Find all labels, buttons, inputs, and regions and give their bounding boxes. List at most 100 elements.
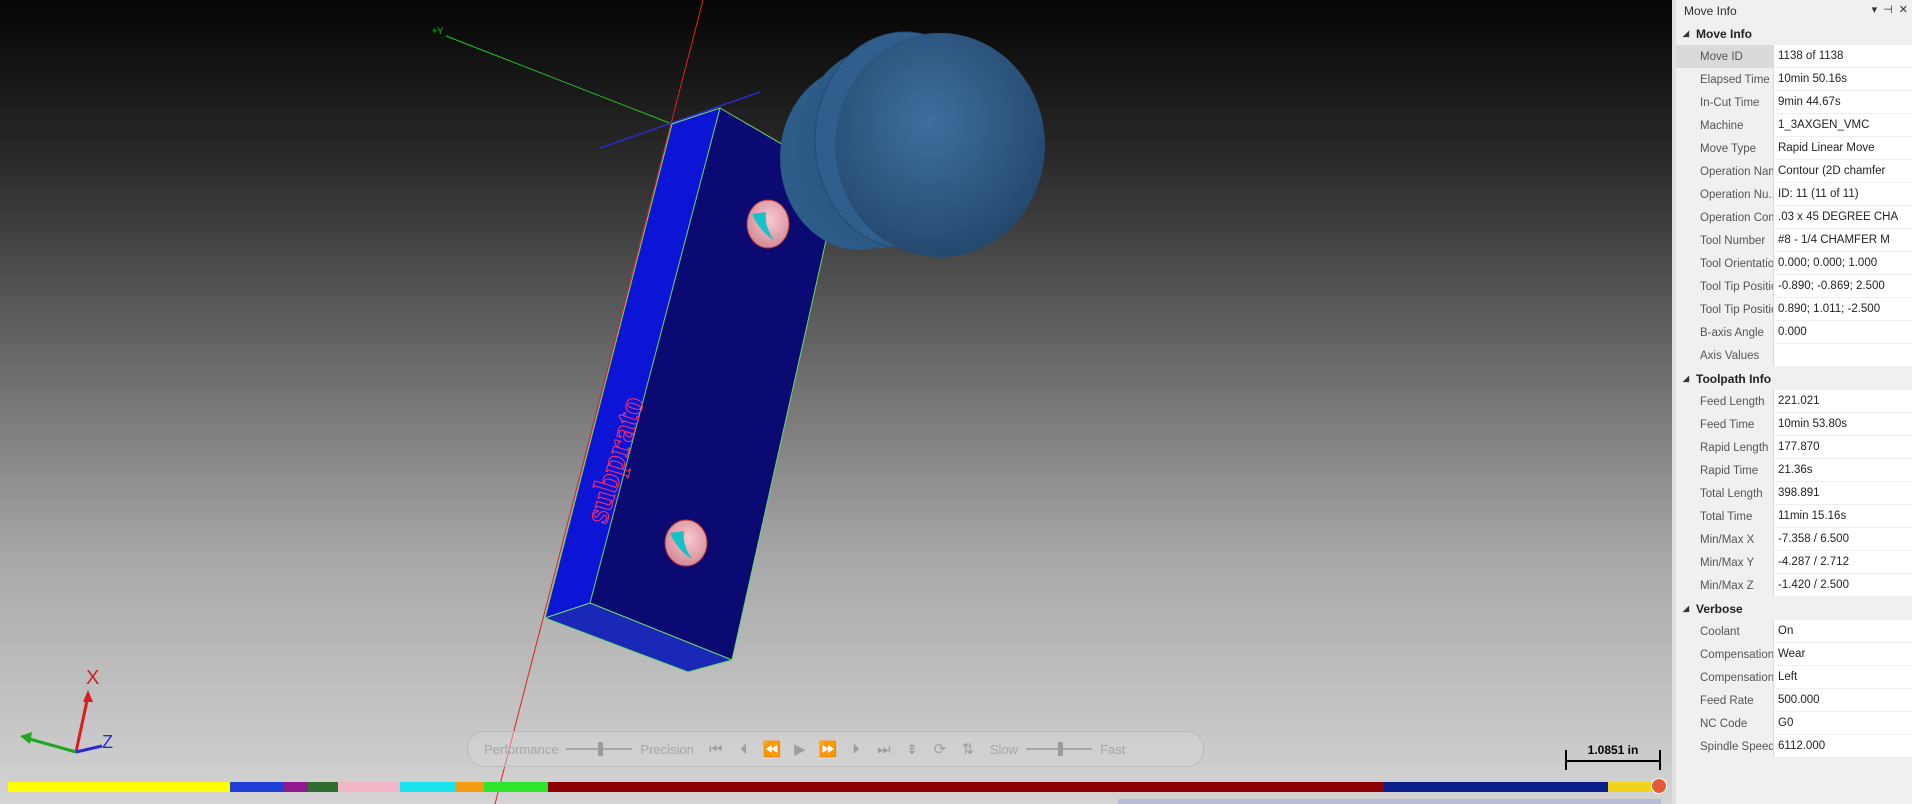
property-name: Operation Nu... <box>1700 188 1773 201</box>
section-title: Toolpath Info <box>1696 371 1772 386</box>
y-axis-label: +Y <box>432 26 443 36</box>
loop-icon[interactable]: ⟳ <box>926 735 954 763</box>
property-name: Tool Number <box>1700 234 1766 247</box>
property-name: Operation Com... <box>1700 211 1773 224</box>
property-name: Feed Length <box>1700 395 1765 408</box>
quality-slider-knob[interactable] <box>598 742 604 756</box>
triad-x-label: X <box>86 667 99 689</box>
property-name: Elapsed Time <box>1700 73 1770 86</box>
property-row[interactable]: Machine 1_3AXGEN_VMC <box>1676 114 1912 137</box>
timeline-segment[interactable] <box>308 782 338 792</box>
fast-forward-icon[interactable]: ⏩ <box>814 735 842 763</box>
speed-slider-knob[interactable] <box>1058 742 1064 756</box>
property-value: 398.891 <box>1773 482 1912 505</box>
performance-label: Performance <box>484 741 559 757</box>
property-row[interactable]: Feed Length 221.021 <box>1676 390 1912 413</box>
section-header[interactable]: ◢ Move Info <box>1676 22 1912 45</box>
property-name: Machine <box>1700 119 1744 132</box>
3d-viewport[interactable]: +Y subprato X Z Performance Precision ⏮ … <box>0 0 1672 804</box>
section-header[interactable]: ◢ Toolpath Info <box>1676 367 1912 390</box>
property-name: B-axis Angle <box>1700 326 1764 339</box>
timeline-segment[interactable] <box>8 782 230 792</box>
property-row[interactable]: Axis Values <box>1676 344 1912 367</box>
property-value: 6112.000 <box>1773 735 1912 758</box>
property-name: Axis Values <box>1700 349 1760 362</box>
horizontal-scrollbar[interactable] <box>1118 799 1661 804</box>
timeline-segment[interactable] <box>338 782 400 792</box>
property-value: #8 - 1/4 CHAMFER M <box>1773 229 1912 252</box>
step-back-icon[interactable]: ⏴ <box>730 735 758 763</box>
property-row[interactable]: In-Cut Time 9min 44.67s <box>1676 91 1912 114</box>
property-value: 221.021 <box>1773 390 1912 413</box>
property-row[interactable]: NC Code G0 <box>1676 712 1912 735</box>
slow-label: Slow <box>989 741 1019 757</box>
move-info-panel: Move Info ▾ ⊣ ✕ ◢ Move Info Move ID 1138 of… <box>1672 0 1912 804</box>
property-row[interactable]: Move ID 1138 of 1138 <box>1676 45 1912 68</box>
quality-slider[interactable] <box>566 742 633 756</box>
property-value: 1_3AXGEN_VMC <box>1773 114 1912 137</box>
timeline-segment[interactable] <box>284 782 308 792</box>
property-row[interactable]: Compensation...Wear <box>1676 643 1912 666</box>
property-row[interactable]: Feed Rate 500.000 <box>1676 689 1912 712</box>
timeline-segment[interactable] <box>230 782 284 792</box>
property-name: Tool Orientation <box>1700 257 1773 270</box>
property-row[interactable]: Feed Time 10min 53.80s <box>1676 413 1912 436</box>
property-row[interactable]: Move Type Rapid Linear Move <box>1676 137 1912 160</box>
toolpath-timeline[interactable] <box>8 782 1662 792</box>
property-row[interactable]: Rapid Time 21.36s <box>1676 459 1912 482</box>
property-row[interactable]: Compensation...Left <box>1676 666 1912 689</box>
collapse-icon[interactable]: ◢ <box>1676 604 1696 613</box>
property-row[interactable]: Tool Tip Positio...-0.890; -0.869; 2.500 <box>1676 275 1912 298</box>
property-value: Contour (2D chamfer <box>1773 160 1912 183</box>
property-row[interactable]: Operation Com....03 x 45 DEGREE CHA <box>1676 206 1912 229</box>
property-name: Move Type <box>1700 142 1757 155</box>
property-name: Tool Tip Positio... <box>1700 280 1773 293</box>
y-axis-line <box>445 35 673 125</box>
rewind-icon[interactable]: ⏪ <box>758 735 786 763</box>
property-value: 21.36s <box>1773 459 1912 482</box>
timeline-segment[interactable] <box>400 782 456 792</box>
property-row[interactable]: Min/Max Z -1.420 / 2.500 <box>1676 574 1912 597</box>
timeline-end-marker[interactable] <box>1651 778 1667 794</box>
step-forward-icon[interactable]: ⏵ <box>842 735 870 763</box>
property-value: 1138 of 1138 <box>1773 45 1912 68</box>
timeline-segment[interactable] <box>1384 782 1608 792</box>
property-row[interactable]: Operation NameContour (2D chamfer <box>1676 160 1912 183</box>
property-value: 0.890; 1.011; -2.500 <box>1773 298 1912 321</box>
collapse-icon[interactable]: ◢ <box>1676 29 1696 38</box>
timeline-segment[interactable] <box>484 782 548 792</box>
property-row[interactable]: Total Length 398.891 <box>1676 482 1912 505</box>
pin-icon[interactable]: ⊣ <box>1883 3 1893 16</box>
property-value: -4.287 / 2.712 <box>1773 551 1912 574</box>
property-row[interactable]: B-axis Angle 0.000 <box>1676 321 1912 344</box>
close-icon[interactable]: ✕ <box>1899 3 1908 16</box>
add-breakpoint-icon[interactable]: ⇟ <box>898 735 926 763</box>
property-row[interactable]: Rapid Length 177.870 <box>1676 436 1912 459</box>
dropdown-icon[interactable]: ▾ <box>1872 3 1878 16</box>
property-row[interactable]: Coolant On <box>1676 620 1912 643</box>
property-row[interactable]: Total Time 11min 15.16s <box>1676 505 1912 528</box>
timeline-segment[interactable] <box>456 782 484 792</box>
section-header[interactable]: ◢ Verbose <box>1676 597 1912 620</box>
property-row[interactable]: Tool Number #8 - 1/4 CHAMFER M <box>1676 229 1912 252</box>
section-title: Verbose <box>1696 601 1743 616</box>
property-row[interactable]: Tool Orientation 0.000; 0.000; 1.000 <box>1676 252 1912 275</box>
go-to-end-icon[interactable]: ⏭ <box>870 735 898 763</box>
property-value: On <box>1773 620 1912 643</box>
property-row[interactable]: Elapsed Time 10min 50.16s <box>1676 68 1912 91</box>
property-row[interactable]: Min/Max Y -4.287 / 2.712 <box>1676 551 1912 574</box>
collapse-icon[interactable]: ◢ <box>1676 374 1696 383</box>
timeline-segment[interactable] <box>548 782 1384 792</box>
property-value: 10min 50.16s <box>1773 68 1912 91</box>
property-row[interactable]: Tool Tip Positio...0.890; 1.011; -2.500 <box>1676 298 1912 321</box>
playback-toolbar: Performance Precision ⏮ ⏴ ⏪ ▶ ⏩ ⏵ ⏭ ⇟ ⟳ … <box>467 731 1204 767</box>
property-value: 10min 53.80s <box>1773 413 1912 436</box>
property-name: Min/Max Z <box>1700 579 1754 592</box>
property-row[interactable]: Operation Nu... ID: 11 (11 of 11) <box>1676 183 1912 206</box>
play-icon[interactable]: ▶ <box>786 735 814 763</box>
property-row[interactable]: Min/Max X -7.358 / 6.500 <box>1676 528 1912 551</box>
go-to-start-icon[interactable]: ⏮ <box>702 735 730 763</box>
step-mode-icon[interactable]: ⇅ <box>954 735 982 763</box>
speed-slider[interactable] <box>1026 742 1093 756</box>
property-row[interactable]: Spindle Speed 6112.000 <box>1676 735 1912 758</box>
